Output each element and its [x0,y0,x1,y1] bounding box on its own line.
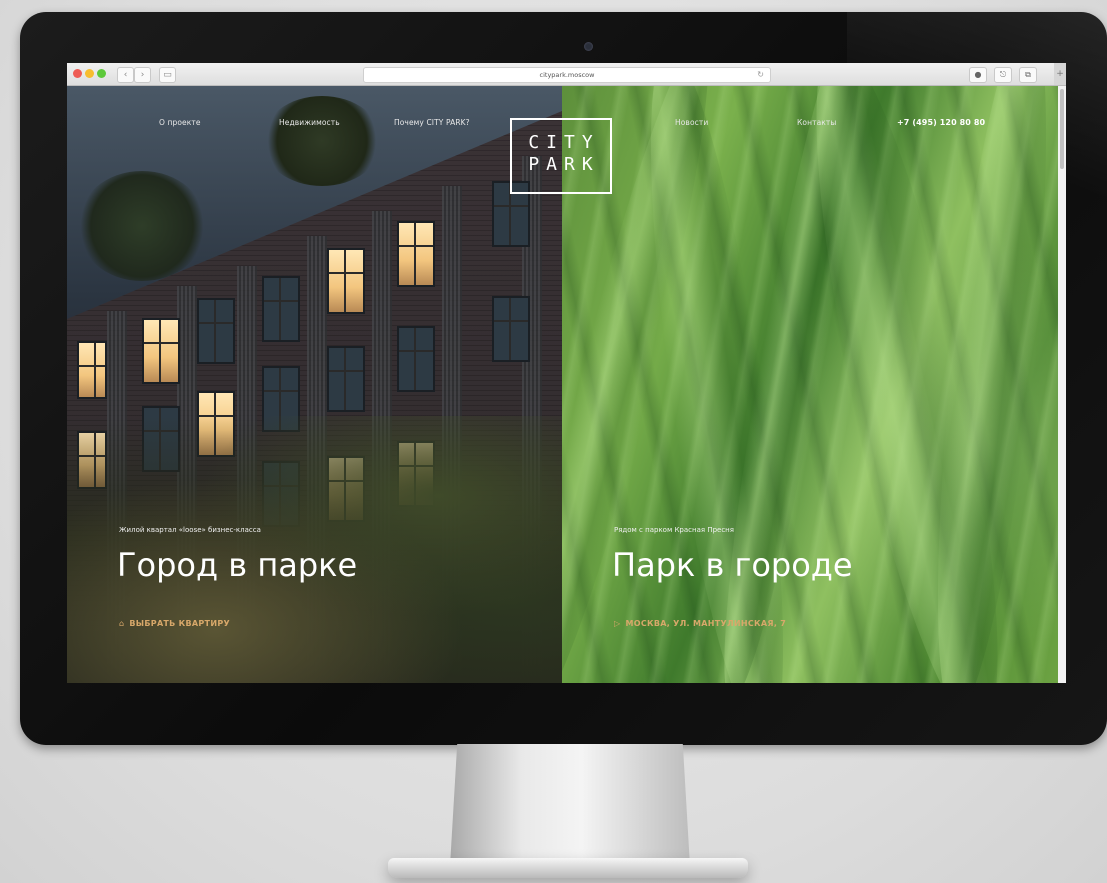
tree-image [262,96,382,186]
back-button[interactable]: ‹ [117,67,134,83]
website: Жилой квартал «loose» бизнес-класса Горо… [67,86,1066,683]
new-tab-button[interactable]: + [1054,63,1066,85]
window [327,346,365,412]
address-link[interactable]: ▷ МОСКВА, УЛ. МАНТУЛИНСКАЯ, 7 [614,619,786,628]
left-headline: Город в парке [117,546,358,584]
page-scrollbar[interactable] [1058,86,1066,683]
browser-toolbar: ‹ › ▭ citypark.moscow ↻ ● ⎋ ⧉ + [67,63,1066,86]
hero-left-panel: Жилой квартал «loose» бизнес-класса Горо… [67,86,562,683]
monitor-stand-base [388,858,748,878]
forward-button[interactable]: › [134,67,151,83]
scrollbar-thumb[interactable] [1060,89,1064,169]
city-park-logo[interactable]: CITY PARK [510,118,612,194]
monitor-stand [450,744,690,866]
logo-line-1: CITY [528,132,600,153]
nav-why[interactable]: Почему CITY PARK? [394,118,470,127]
choose-apartment-label: ВЫБРАТЬ КВАРТИРУ [129,619,230,628]
minimize-window-button[interactable] [85,69,94,78]
location-arrow-icon: ▷ [614,619,621,628]
address-label: МОСКВА, УЛ. МАНТУЛИНСКАЯ, 7 [625,619,787,628]
browser-window: ‹ › ▭ citypark.moscow ↻ ● ⎋ ⧉ + Жилой кв… [67,63,1066,683]
nav-realty[interactable]: Недвижимость [279,118,340,127]
address-bar[interactable]: citypark.moscow ↻ [363,67,771,83]
sidebar-toggle-button[interactable]: ▭ [159,67,176,83]
reload-icon[interactable]: ↻ [757,68,764,82]
nav-about[interactable]: О проекте [159,118,201,127]
close-window-button[interactable] [73,69,82,78]
window-lit [77,341,107,399]
right-subtitle: Рядом с парком Красная Пресня [614,526,734,534]
phone-number[interactable]: +7 (495) 120 80 80 [897,118,985,127]
tabs-overview-button[interactable]: ⧉ [1019,67,1037,83]
maximize-window-button[interactable] [97,69,106,78]
window [397,326,435,392]
hero-right-panel: Рядом с парком Красная Пресня Парк в гор… [562,86,1066,683]
camera-icon [584,42,593,51]
window-lit [142,318,180,384]
window-lit [397,221,435,287]
home-icon: ⌂ [119,619,125,628]
nav-news[interactable]: Новости [675,118,708,127]
window [262,276,300,342]
window [197,298,235,364]
extension-button[interactable]: ● [969,67,987,83]
window [492,296,530,362]
tree-image [77,171,207,281]
nav-contacts[interactable]: Контакты [797,118,836,127]
window-lit [327,248,365,314]
left-subtitle: Жилой квартал «loose» бизнес-класса [119,526,261,534]
logo-line-2: PARK [528,154,600,175]
right-headline: Парк в городе [612,546,853,584]
share-button[interactable]: ⎋ [994,67,1012,83]
choose-apartment-link[interactable]: ⌂ ВЫБРАТЬ КВАРТИРУ [119,619,230,628]
url-text: citypark.moscow [539,71,595,79]
